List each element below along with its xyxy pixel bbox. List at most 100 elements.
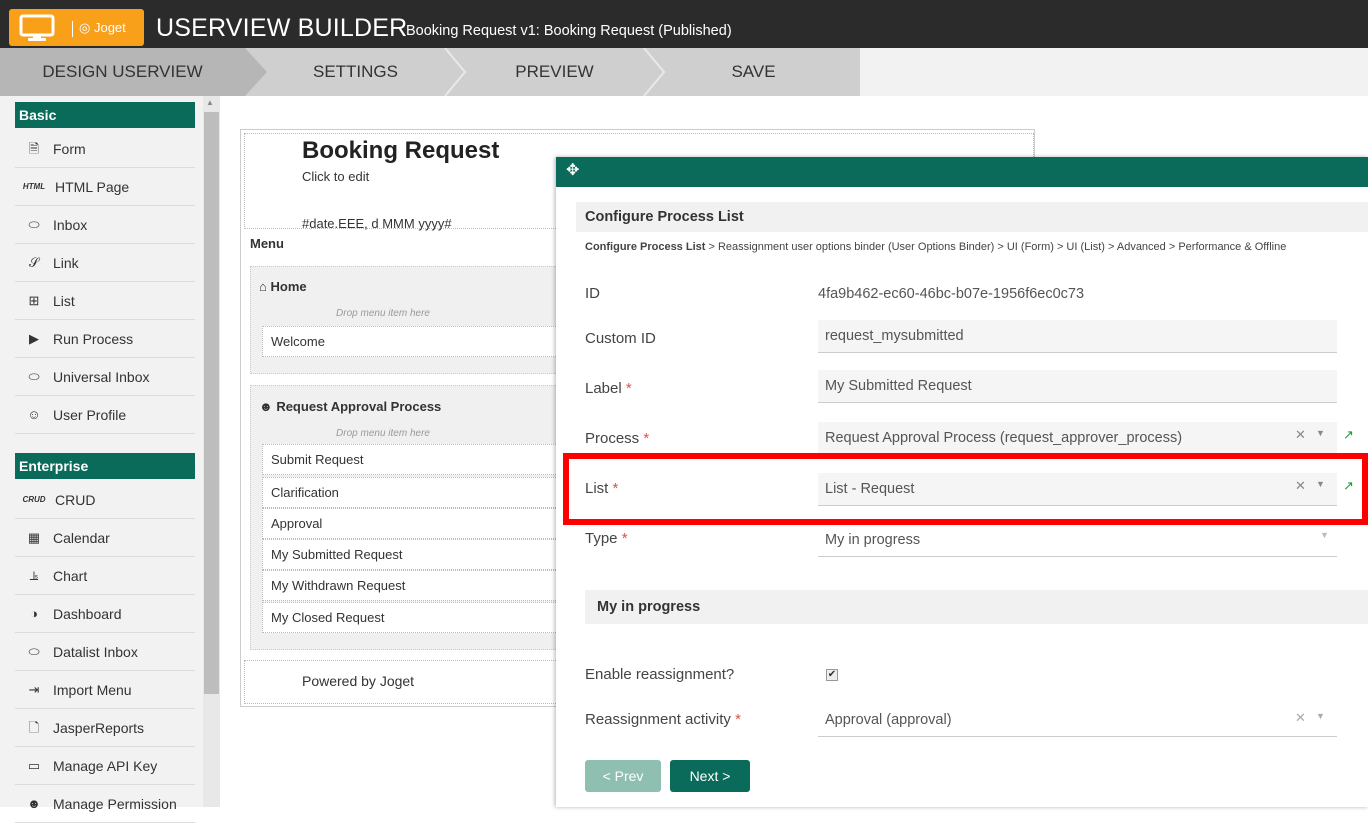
- menu-item[interactable]: My Submitted Request: [262, 539, 560, 570]
- field-label-enable-reassignment: Enable reassignment?: [585, 666, 735, 683]
- sidebar-item-manage-permission[interactable]: ☻ Manage Permission: [15, 785, 195, 823]
- sidebar-item-form[interactable]: 🗎 Form: [15, 130, 195, 168]
- sidebar-item-run-process[interactable]: ▶ Run Process: [15, 320, 195, 358]
- id-value: 4fa9b462-ec60-46bc-b07e-1956f6ec0c73: [818, 286, 1085, 302]
- chevron-right-icon: [643, 48, 666, 96]
- top-bar: ◎ Joget USERVIEW BUILDER Booking Request…: [0, 0, 1368, 48]
- next-button[interactable]: Next >: [670, 760, 750, 792]
- sidebar-item-html-page[interactable]: HTML HTML Page: [15, 168, 195, 206]
- clear-icon[interactable]: ✕: [1295, 710, 1306, 726]
- menu-item[interactable]: Clarification: [262, 477, 560, 508]
- chevron-down-icon[interactable]: ▼: [1316, 711, 1325, 721]
- chart-icon: ⫡: [29, 568, 39, 583]
- calendar-icon: ▦: [27, 530, 41, 545]
- clear-icon[interactable]: ✕: [1295, 427, 1306, 443]
- link-icon: 𝒮: [28, 255, 40, 270]
- dialog-title: Configure Process List: [576, 202, 1368, 232]
- html-icon: HTML: [22, 182, 46, 191]
- category-title: ⌂ Home: [259, 279, 307, 294]
- tab-save[interactable]: SAVE: [666, 48, 841, 96]
- sidebar-item-inbox[interactable]: ⬭ Inbox: [15, 206, 195, 244]
- sidebar-item-list[interactable]: ⊞ List: [15, 282, 195, 320]
- field-label-reassignment-activity: Reassignment activity *: [585, 711, 741, 728]
- menu-item[interactable]: Submit Request: [262, 444, 560, 475]
- field-label-label: Label *: [585, 380, 632, 397]
- report-icon: 🗋: [28, 720, 40, 735]
- form-icon: 🗎: [28, 141, 40, 156]
- menu-item[interactable]: My Closed Request: [262, 602, 560, 633]
- footer-text: Powered by Joget: [302, 673, 415, 689]
- sidebar-item-crud[interactable]: CRUD CRUD: [15, 481, 195, 519]
- sidebar-item-calendar[interactable]: ▦ Calendar: [15, 519, 195, 557]
- inbox-icon: ⬭: [28, 369, 40, 384]
- userview-title[interactable]: Booking Request: [302, 137, 499, 165]
- drop-zone[interactable]: Drop menu item here: [266, 308, 560, 322]
- field-label-process: Process *: [585, 430, 650, 447]
- breadcrumb: Configure Process List > Reassignment us…: [585, 241, 1286, 253]
- inbox-icon: ⬭: [28, 644, 40, 659]
- chevron-right-icon: [444, 48, 467, 96]
- reassignment-activity-select[interactable]: Approval (approval): [818, 704, 1337, 737]
- app-title: USERVIEW BUILDER: [156, 14, 408, 42]
- sidebar-item-user-profile[interactable]: ☺ User Profile: [15, 396, 195, 434]
- label-input[interactable]: My Submitted Request: [818, 370, 1337, 403]
- sidebar-heading-enterprise: Enterprise: [15, 453, 195, 479]
- field-label-type: Type *: [585, 530, 628, 547]
- sidebar-item-universal-inbox[interactable]: ⬭ Universal Inbox: [15, 358, 195, 396]
- subsection-title: My in progress: [585, 590, 1368, 624]
- monitor-icon: [19, 14, 55, 41]
- prev-button[interactable]: < Prev: [585, 760, 661, 792]
- chevron-down-icon[interactable]: ▼: [1316, 428, 1325, 438]
- tab-preview[interactable]: PREVIEW: [467, 48, 642, 96]
- sidebar-heading-basic: Basic: [15, 102, 195, 128]
- custom-id-input[interactable]: request_mysubmitted: [818, 320, 1337, 353]
- list-icon: ⊞: [28, 293, 40, 308]
- highlight-box: [563, 453, 1368, 525]
- import-icon: ⇥: [28, 682, 40, 697]
- dashboard-icon: ◑: [30, 606, 38, 621]
- field-label-custom-id: Custom ID: [585, 330, 656, 347]
- tab-design-userview[interactable]: DESIGN USERVIEW: [0, 48, 245, 96]
- type-select[interactable]: My in progress: [818, 524, 1337, 557]
- process-select[interactable]: Request Approval Process (request_approv…: [818, 422, 1337, 455]
- sidebar-item-datalist-inbox[interactable]: ⬭ Datalist Inbox: [15, 633, 195, 671]
- crud-icon: CRUD: [22, 495, 46, 504]
- dialog-header[interactable]: ✥: [556, 157, 1368, 187]
- sidebar-item-manage-api-key[interactable]: ▭ Manage API Key: [15, 747, 195, 785]
- field-label-id: ID: [585, 285, 600, 302]
- sidebar-item-jasperreports[interactable]: 🗋 JasperReports: [15, 709, 195, 747]
- sidebar-item-dashboard[interactable]: ◑ Dashboard: [15, 595, 195, 633]
- sidebar-item-import-menu[interactable]: ⇥ Import Menu: [15, 671, 195, 709]
- app-subtitle: Booking Request v1: Booking Request (Pub…: [406, 23, 732, 39]
- monitor-logo: [9, 9, 66, 46]
- joget-logo: ◎ Joget: [66, 9, 144, 46]
- category-title: ☻ Request Approval Process: [259, 399, 442, 414]
- inbox-icon: ⬭: [28, 217, 40, 232]
- tab-arrow: [245, 48, 267, 96]
- scrollbar-thumb[interactable]: [204, 112, 219, 694]
- user-edit-icon: ☺: [27, 407, 41, 422]
- menu-item[interactable]: Approval: [262, 508, 560, 539]
- breadcrumb-current: Configure Process List: [585, 241, 706, 253]
- tab-bar: DESIGN USERVIEW SETTINGS PREVIEW SAVE: [0, 48, 1368, 96]
- scroll-up-icon[interactable]: ▲: [206, 98, 214, 107]
- users-icon: ☻: [27, 796, 41, 811]
- home-icon: ⌂: [259, 279, 267, 294]
- click-to-edit[interactable]: Click to edit: [302, 169, 369, 184]
- users-icon: ☻: [259, 399, 273, 414]
- monitor-icon: ▭: [27, 758, 41, 773]
- menu-label: Menu: [250, 236, 284, 251]
- brand-name: Joget: [93, 20, 126, 35]
- menu-item[interactable]: My Withdrawn Request: [262, 570, 560, 601]
- move-icon[interactable]: ✥: [566, 163, 579, 179]
- sidebar-item-chart[interactable]: ⫡ Chart: [15, 557, 195, 595]
- tab-settings[interactable]: SETTINGS: [268, 48, 443, 96]
- sidebar-item-link[interactable]: 𝒮 Link: [15, 244, 195, 282]
- play-icon: ▶: [29, 331, 39, 346]
- external-link-icon[interactable]: ↗: [1343, 427, 1354, 443]
- drop-zone[interactable]: Drop menu item here: [266, 428, 560, 442]
- menu-item[interactable]: Welcome: [262, 326, 560, 357]
- chevron-down-icon[interactable]: ▼: [1320, 530, 1329, 540]
- breadcrumb-rest[interactable]: > Reassignment user options binder (User…: [705, 241, 1286, 253]
- enable-reassignment-checkbox[interactable]: ✔: [826, 669, 838, 681]
